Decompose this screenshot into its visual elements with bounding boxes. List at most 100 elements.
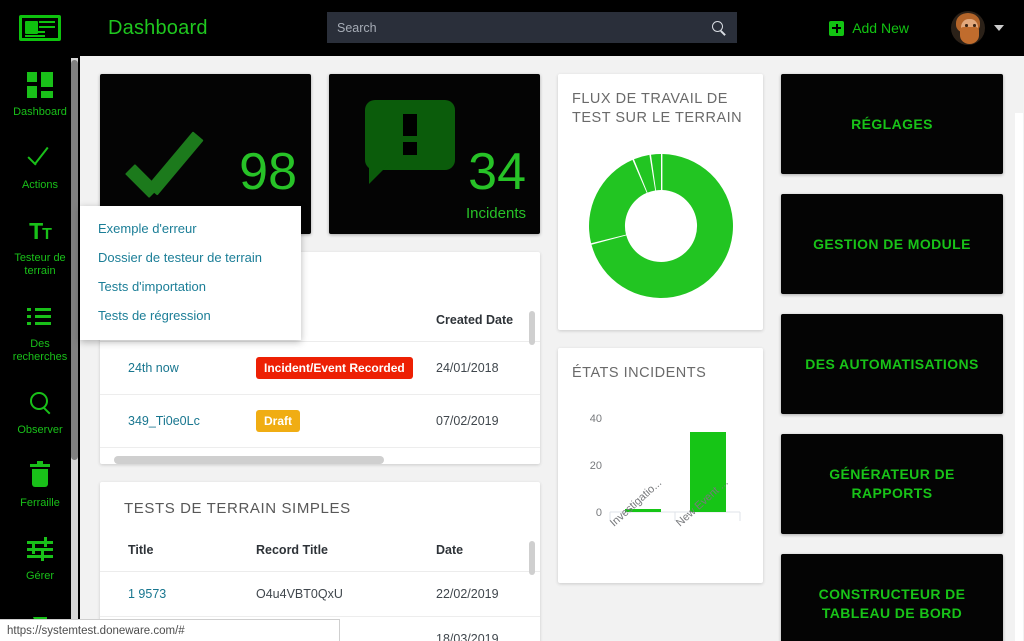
column-header-title[interactable]: Title bbox=[100, 533, 250, 572]
kpi-value: 98 bbox=[239, 146, 297, 198]
x-tick-label: Investigatio... bbox=[608, 477, 664, 529]
sidebar-item-dashboard[interactable]: Dashboard bbox=[0, 56, 80, 129]
y-tick-0: 0 bbox=[596, 507, 602, 519]
row-link[interactable]: 1 9573 bbox=[128, 587, 166, 601]
grid-icon bbox=[2, 70, 78, 100]
chart-title: ÉTATS INCIDENTS bbox=[572, 364, 749, 383]
chart-card-incident-states: ÉTATS INCIDENTS 40 20 0 bbox=[558, 348, 763, 583]
tile-button-generateur-de-rapports[interactable]: GÉNÉRATEUR DE RAPPORTS bbox=[781, 434, 1003, 534]
search-icon[interactable] bbox=[711, 20, 727, 36]
column-header-date[interactable]: Date bbox=[430, 533, 540, 572]
magnifier-icon bbox=[2, 388, 78, 418]
sidebar-item-des-recherches[interactable]: Des recherches bbox=[0, 288, 80, 374]
trash-icon bbox=[2, 461, 78, 491]
sidebar-item-label: Des recherches bbox=[2, 338, 78, 364]
tile-button-constructeur-de-tableau-de-bord[interactable]: CONSTRUCTEUR DE TABLEAU DE BORD bbox=[781, 554, 1003, 641]
chevron-down-icon[interactable] bbox=[994, 25, 1004, 31]
donut-chart[interactable] bbox=[572, 138, 749, 312]
sidebar-item-testeur-de-terrain[interactable]: TT Testeur de terrain bbox=[0, 202, 80, 288]
search-box[interactable] bbox=[327, 12, 737, 43]
tile-button-des-automatisations[interactable]: DES AUTOMATISATIONS bbox=[781, 314, 1003, 414]
cell-state: Incident/Event Recorded bbox=[250, 342, 430, 395]
table-horizontal-scrollbar[interactable] bbox=[114, 456, 526, 464]
checkmark-icon bbox=[128, 132, 238, 194]
sidebar-scrollbar[interactable] bbox=[71, 58, 78, 639]
sidebar-item-label: Dashboard bbox=[2, 106, 78, 119]
user-menu[interactable] bbox=[951, 0, 1004, 56]
context-dropdown-menu: Exemple d'erreur Dossier de testeur de t… bbox=[80, 206, 301, 340]
cell-date: 07/02/2019 bbox=[430, 395, 540, 448]
right-column: RÉGLAGES GESTION DE MODULE DES AUTOMATIS… bbox=[781, 74, 1003, 641]
status-bar-url: https://systemtest.doneware.com/# bbox=[0, 619, 340, 641]
search-input[interactable] bbox=[337, 21, 711, 35]
main-content: 98 Tests 34 Incidents TEST SUR LE TERRAI… bbox=[80, 56, 1024, 641]
top-bar: Dashboard Add New bbox=[0, 0, 1024, 56]
cell-date: 24/01/2018 bbox=[430, 342, 540, 395]
sidebar-scrollbar-thumb[interactable] bbox=[71, 60, 78, 460]
table-vertical-scrollbar[interactable] bbox=[529, 541, 535, 575]
sidebar-item-observer[interactable]: Observer bbox=[0, 374, 80, 447]
sidebar-item-actions[interactable]: Actions bbox=[0, 129, 80, 202]
table-title: TESTS DE TERRAIN SIMPLES bbox=[100, 496, 540, 533]
dropdown-item-exemple-derreur[interactable]: Exemple d'erreur bbox=[80, 214, 301, 243]
text-format-icon: TT bbox=[2, 216, 78, 246]
sidebar-item-label: Observer bbox=[2, 424, 78, 437]
table-card-simple-tests: TESTS DE TERRAIN SIMPLES Title Record Ti… bbox=[100, 482, 540, 641]
cell-record-title: O4u4VBT0QxU bbox=[250, 572, 430, 617]
cell-title: 24th now bbox=[100, 342, 250, 395]
dropdown-item-tests-dimportation[interactable]: Tests d'importation bbox=[80, 272, 301, 301]
cell-date: 18/03/2019 bbox=[430, 617, 540, 641]
status-badge: Draft bbox=[256, 410, 300, 432]
cell-title: 349_Ti0e0Lc bbox=[100, 395, 250, 448]
add-new-button[interactable]: Add New bbox=[829, 0, 909, 56]
app-root: Dashboard Add New Dashboard Actio bbox=[0, 0, 1024, 641]
sliders-icon bbox=[2, 534, 78, 564]
column-header-record-title[interactable]: Record Title bbox=[250, 533, 430, 572]
sidebar-item-gerer[interactable]: Gérer bbox=[0, 520, 80, 593]
table-horizontal-scrollbar-thumb[interactable] bbox=[114, 456, 384, 464]
cell-date: 22/02/2019 bbox=[430, 572, 540, 617]
sidebar-item-label: Ferraille bbox=[2, 497, 78, 510]
chart-card-workflow: FLUX DE TRAVAIL DE TEST SUR LE TERRAIN bbox=[558, 74, 763, 330]
table-row[interactable]: 24th now Incident/Event Recorded 24/01/2… bbox=[100, 342, 540, 395]
kpi-label: Incidents bbox=[466, 205, 526, 222]
app-logo[interactable] bbox=[0, 15, 80, 41]
plus-square-icon bbox=[829, 21, 844, 36]
middle-column: FLUX DE TRAVAIL DE TEST SUR LE TERRAIN bbox=[558, 74, 763, 641]
dashboard-logo-icon bbox=[19, 15, 61, 41]
column-header-created-date[interactable]: Created Date bbox=[430, 303, 540, 342]
sidebar: Dashboard Actions TT Testeur de terrain … bbox=[0, 56, 80, 641]
kpi-tile-incidents[interactable]: 34 Incidents bbox=[329, 74, 540, 234]
page-title: Dashboard bbox=[108, 17, 208, 40]
donut-chart-svg bbox=[581, 146, 741, 306]
cell-title: 1 9573 bbox=[100, 572, 250, 617]
bar-chart-svg[interactable]: 40 20 0 Investigatio... New Event . bbox=[572, 393, 747, 568]
list-icon bbox=[2, 302, 78, 332]
sidebar-item-label: Gérer bbox=[2, 570, 78, 583]
tile-button-reglages[interactable]: RÉGLAGES bbox=[781, 74, 1003, 174]
table-vertical-scrollbar[interactable] bbox=[529, 311, 535, 345]
tile-button-gestion-de-module[interactable]: GESTION DE MODULE bbox=[781, 194, 1003, 294]
row-link[interactable]: 349_Ti0e0Lc bbox=[128, 414, 200, 428]
alert-bubble-icon bbox=[365, 100, 455, 182]
cell-state: Draft bbox=[250, 395, 430, 448]
main-scrollbar[interactable] bbox=[1015, 113, 1023, 641]
kpi-value: 34 bbox=[468, 146, 526, 198]
table-row[interactable]: 1 9573 O4u4VBT0QxU 22/02/2019 bbox=[100, 572, 540, 617]
status-badge: Incident/Event Recorded bbox=[256, 357, 413, 379]
y-tick-40: 40 bbox=[590, 413, 602, 425]
dropdown-item-tests-de-regression[interactable]: Tests de régression bbox=[80, 301, 301, 330]
y-tick-20: 20 bbox=[590, 460, 602, 472]
left-column: 98 Tests 34 Incidents TEST SUR LE TERRAI… bbox=[100, 74, 540, 641]
add-new-label: Add New bbox=[852, 20, 909, 36]
row-link[interactable]: 24th now bbox=[128, 361, 179, 375]
dropdown-item-dossier-de-testeur-de-terrain[interactable]: Dossier de testeur de terrain bbox=[80, 243, 301, 272]
table-row[interactable]: 349_Ti0e0Lc Draft 07/02/2019 bbox=[100, 395, 540, 448]
sidebar-item-label: Actions bbox=[2, 179, 78, 192]
sidebar-item-ferraille[interactable]: Ferraille bbox=[0, 447, 80, 520]
table-header-row: Title Record Title Date bbox=[100, 533, 540, 572]
chart-title: FLUX DE TRAVAIL DE TEST SUR LE TERRAIN bbox=[572, 90, 749, 128]
sidebar-item-label: Testeur de terrain bbox=[2, 252, 78, 278]
check-icon bbox=[2, 143, 78, 173]
avatar[interactable] bbox=[951, 11, 985, 45]
